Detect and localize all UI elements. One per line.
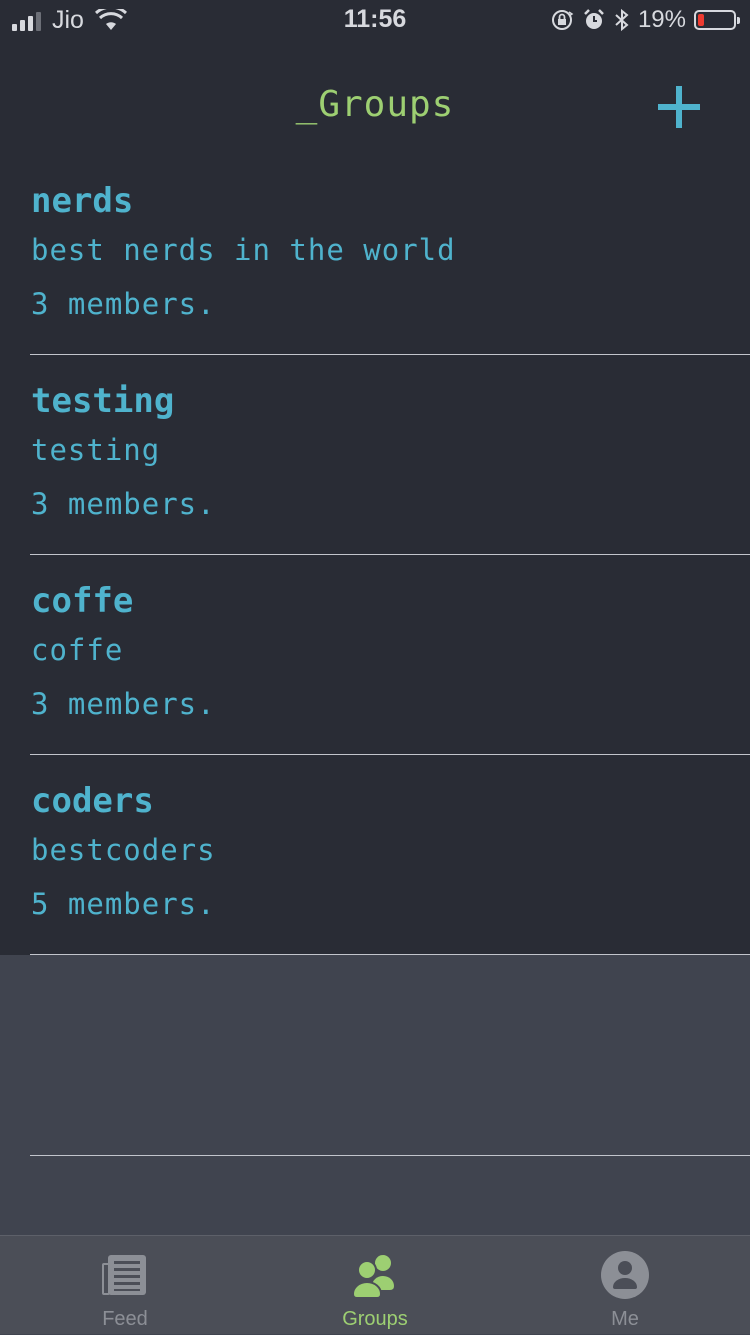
group-row-coders[interactable]: coders bestcoders 5 members. <box>0 755 750 955</box>
battery-percent: 19% <box>637 6 686 33</box>
groups-list: nerds best nerds in the world 3 members.… <box>0 155 750 955</box>
status-bar: Jio 11:56 19% <box>0 0 750 40</box>
group-member-count: 3 members. <box>31 687 216 721</box>
plus-icon <box>658 86 700 128</box>
group-row-coffe[interactable]: coffe coffe 3 members. <box>0 555 750 755</box>
tab-groups[interactable]: Groups <box>250 1236 500 1335</box>
group-row-testing[interactable]: testing testing 3 members. <box>0 355 750 555</box>
row-divider <box>30 954 750 955</box>
add-group-button[interactable] <box>656 84 702 130</box>
group-row-nerds[interactable]: nerds best nerds in the world 3 members. <box>0 155 750 355</box>
group-name: coffe <box>31 581 134 621</box>
tab-me[interactable]: Me <box>500 1236 750 1335</box>
group-name: coders <box>31 781 154 821</box>
group-member-count: 5 members. <box>31 887 216 921</box>
people-icon <box>351 1255 394 1299</box>
tab-label: Feed <box>102 1308 148 1330</box>
orientation-lock-icon <box>551 10 574 30</box>
battery-icon <box>694 10 740 30</box>
group-name: testing <box>31 381 175 421</box>
group-description: testing <box>31 433 161 467</box>
battery-level-fill <box>698 14 704 26</box>
group-member-count: 3 members. <box>31 487 216 521</box>
group-description: bestcoders <box>31 833 216 867</box>
tab-bar: Feed Groups Me <box>0 1235 750 1334</box>
tab-feed[interactable]: Feed <box>0 1236 250 1335</box>
user-icon <box>601 1251 649 1299</box>
bluetooth-icon <box>615 8 629 32</box>
group-name: nerds <box>31 181 134 221</box>
tab-label: Me <box>611 1308 639 1330</box>
alarm-icon <box>584 9 604 29</box>
empty-row-divider <box>30 1155 750 1156</box>
tab-label: Groups <box>342 1308 408 1330</box>
group-member-count: 3 members. <box>31 287 216 321</box>
newspaper-icon <box>102 1255 146 1295</box>
group-description: best nerds in the world <box>31 233 456 267</box>
group-description: coffe <box>31 633 124 667</box>
page-title: _Groups <box>295 84 455 125</box>
